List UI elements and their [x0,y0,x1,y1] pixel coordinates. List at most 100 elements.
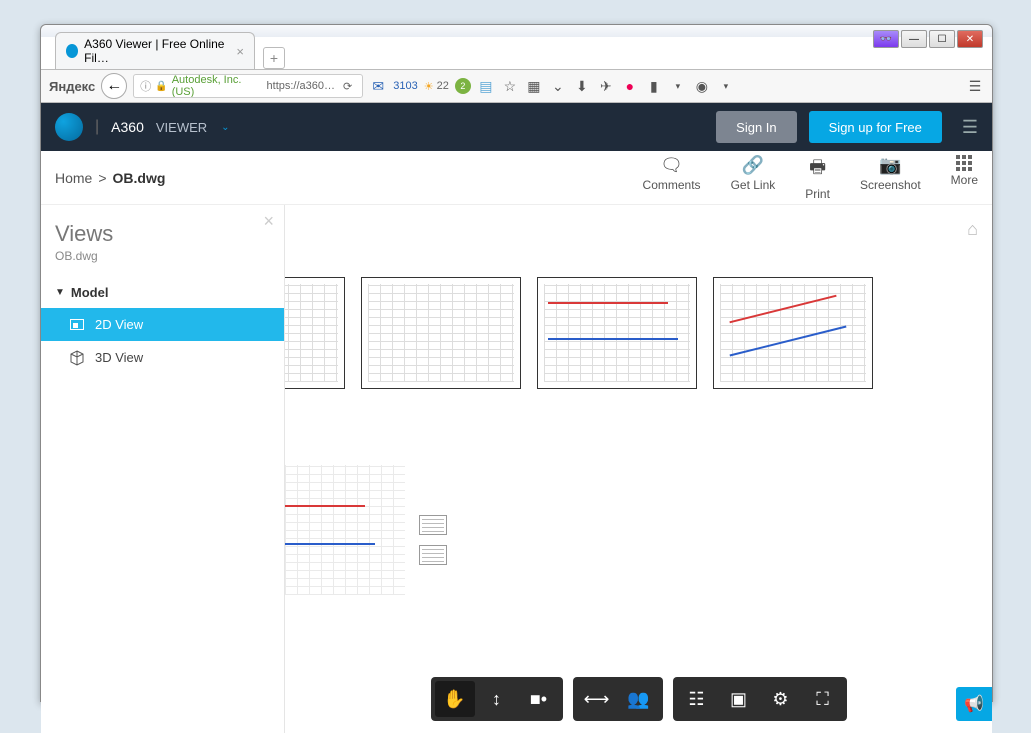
colors-icon[interactable]: ● [621,77,639,95]
breadcrumb-current: OB.dwg [113,170,166,186]
drawing-fragment [419,515,447,535]
viewer-canvas[interactable]: ⌂ [285,205,992,733]
tree-item-label: 3D View [95,350,143,365]
new-tab-button[interactable]: + [263,47,285,69]
hand-icon: ✋ [443,689,465,710]
measure-button[interactable]: ⟷ [577,681,617,717]
nav-back-button[interactable]: ← [101,73,127,99]
drawing-sheet[interactable] [285,277,345,389]
url-host: Autodesk, Inc. (US) [172,74,263,98]
layers-icon: ☷ [688,689,704,710]
megaphone-icon: 📢 [964,694,984,714]
drawing-sheet[interactable] [537,277,697,389]
mail-icon[interactable]: ✉ [369,77,387,95]
getlink-button[interactable]: 🔗 Get Link [731,155,776,201]
weather-widget[interactable]: ☀ 22 [424,80,449,93]
privacy-mask-button[interactable]: 👓 [873,30,899,48]
minimize-button[interactable]: — [901,30,927,48]
breadcrumb-home[interactable]: Home [55,170,92,186]
pocket-icon[interactable]: ⌄ [549,77,567,95]
breadcrumb: Home > OB.dwg [55,170,165,186]
comment-icon: 🗨 [660,155,683,176]
measure-icon: ⟷ [584,689,610,710]
url-path: https://a360… [267,80,336,92]
hamburger-icon[interactable]: ☰ [966,77,984,95]
properties-button[interactable]: ▣ [719,681,759,717]
pan-button[interactable]: ✋ [435,681,475,717]
send-icon[interactable]: ✈ [597,77,615,95]
star-icon[interactable]: ☆ [501,77,519,95]
lock-icon: 🔒 [155,81,167,92]
people-icon: 👥 [627,689,649,710]
print-label: Print [805,187,830,201]
home-icon[interactable]: ⌂ [967,219,978,240]
print-icon: 🖶 [809,155,826,185]
app-header: | A360 VIEWER ⌄ Sign In Sign up for Free… [41,103,992,151]
battery-icon[interactable]: ▮ [645,77,663,95]
clipboard-icon[interactable]: ▦ [525,77,543,95]
tree-item-2d-view[interactable]: 2D View [41,308,284,341]
layers-button[interactable]: ☷ [677,681,717,717]
tree-item-3d-view[interactable]: 3D View [41,341,284,374]
reload-icon[interactable]: ⟳ [339,80,356,93]
caret-down-icon[interactable]: ▾ [669,77,687,95]
app-menu-icon[interactable]: ☰ [962,117,978,138]
shield-icon[interactable]: ▤ [477,77,495,95]
toolbar-row: Home > OB.dwg 🗨 Comments 🔗 Get Link 🖶 Pr… [41,151,992,205]
camera-icon: 📷 [879,155,901,176]
maximize-button[interactable]: ☐ [929,30,955,48]
caret-down-icon[interactable]: ▾ [717,77,735,95]
tab-title: A360 Viewer | Free Online Fil… [84,37,230,65]
download-icon[interactable]: ⬇ [573,77,591,95]
weather-temp: 22 [437,80,449,92]
properties-icon: ▣ [730,689,747,710]
browser-tabs: A360 Viewer | Free Online Fil… × + [41,37,992,69]
settings-button[interactable]: ⚙ [761,681,801,717]
comments-button[interactable]: 🗨 Comments [643,155,701,201]
fit-button[interactable]: ↕ [477,681,517,717]
drawing-sheet[interactable] [713,277,873,389]
tab-close-icon[interactable]: × [236,44,244,59]
more-label: More [951,173,978,187]
a360-logo-icon[interactable] [55,113,83,141]
camera-button[interactable]: ■• [519,681,559,717]
tree-group-model[interactable]: ▼ Model [41,277,284,308]
section-button[interactable]: 👥 [619,681,659,717]
play-circle-icon[interactable]: ◉ [693,77,711,95]
camera-icon: ■• [530,689,547,710]
gear-icon: ⚙ [772,689,788,710]
browser-urlbar: Яндекс ← ⓘ 🔒 Autodesk, Inc. (US) https:/… [41,69,992,103]
screenshot-button[interactable]: 📷 Screenshot [860,155,921,201]
browser-tab[interactable]: A360 Viewer | Free Online Fil… × [55,32,255,69]
info-icon[interactable]: ⓘ [140,78,151,94]
breadcrumb-sep: > [98,170,106,186]
panel-close-icon[interactable]: × [263,211,274,232]
print-button[interactable]: 🖶 Print [805,155,830,201]
notification-badge[interactable]: 2 [455,78,471,94]
mail-count: 3103 [393,80,417,92]
signup-button[interactable]: Sign up for Free [809,111,942,143]
sun-icon: ☀ [424,80,434,93]
drawing-fragment [419,545,447,565]
3d-view-icon [69,351,85,365]
app-section[interactable]: VIEWER [156,120,207,135]
drawing-sheet[interactable] [285,465,405,595]
tree-item-label: 2D View [95,317,143,332]
app-brand: A360 [111,119,144,135]
chevron-down-icon[interactable]: ⌄ [221,122,229,133]
search-engine-label[interactable]: Яндекс [49,79,95,94]
views-panel: × Views OB.dwg ▼ Model 2D View 3D View [41,205,285,733]
announce-button[interactable]: 📢 [956,687,992,721]
fullscreen-button[interactable]: ⛶ [803,681,843,717]
2d-view-icon [69,318,85,332]
url-field[interactable]: ⓘ 🔒 Autodesk, Inc. (US) https://a360… ⟳ [133,74,363,98]
more-button[interactable]: More [951,155,978,201]
panel-title: Views [41,215,284,247]
link-icon: 🔗 [742,155,764,176]
viewer-toolbar: ✋ ↕ ■• ⟷ 👥 ☷ ▣ ⚙ ⛶ [431,677,847,721]
getlink-label: Get Link [731,178,776,192]
signin-button[interactable]: Sign In [716,111,796,143]
window-close-button[interactable]: ✕ [957,30,983,48]
expand-icon: ⛶ [816,689,829,710]
drawing-sheet[interactable] [361,277,521,389]
